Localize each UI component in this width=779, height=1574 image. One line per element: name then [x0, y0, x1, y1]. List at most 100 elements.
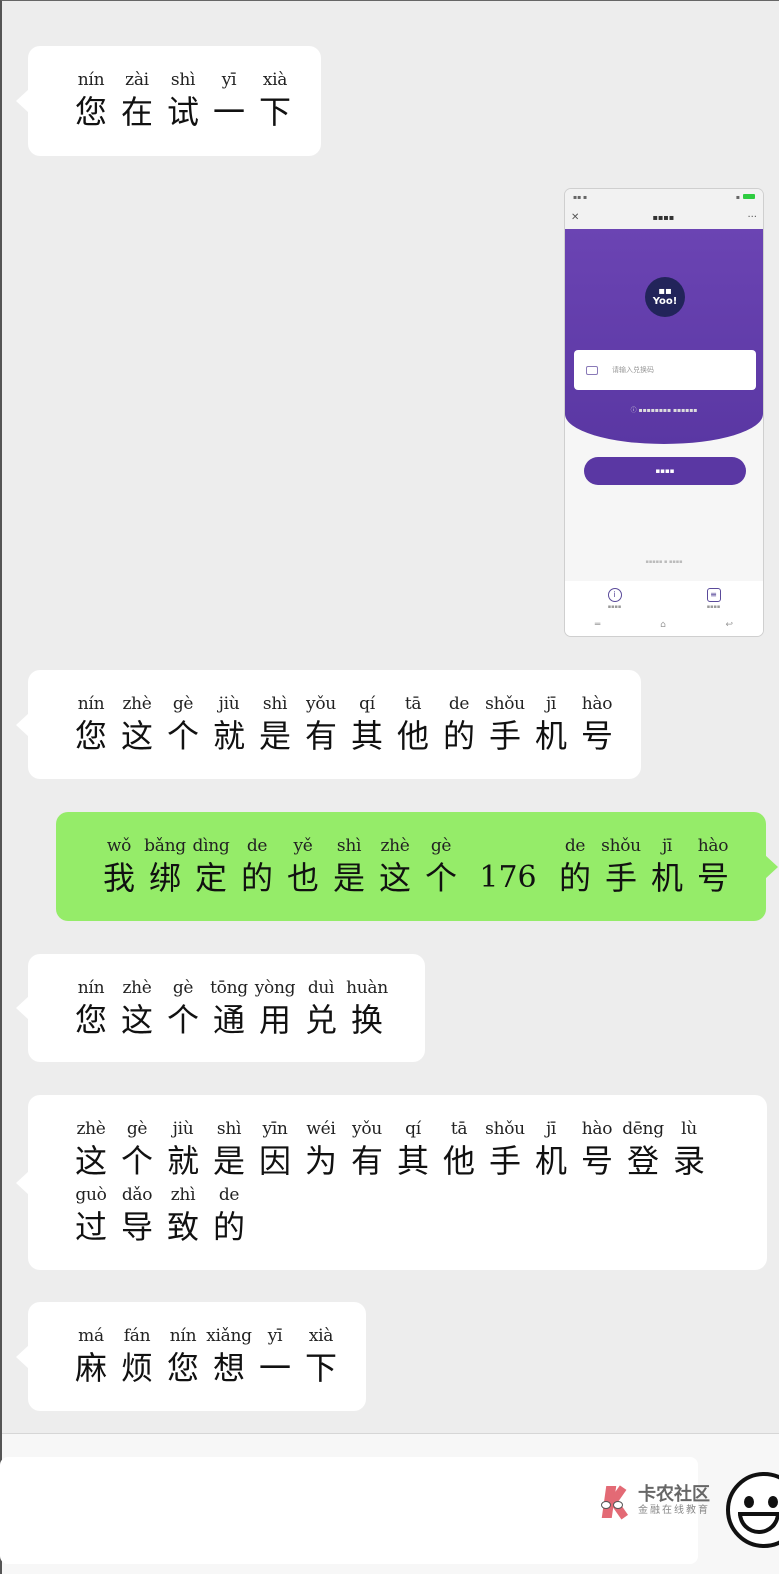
ruby-char: nín 您	[160, 1324, 206, 1388]
pinyin: má	[78, 1326, 104, 1346]
ruby-char: wéi 为	[298, 1117, 344, 1181]
thumb-redeem-button: ▪▪▪▪	[584, 457, 746, 485]
pinyin: jī	[545, 694, 557, 714]
thumb-info-icon: i	[607, 587, 622, 602]
thumb-input-placeholder: 请输入兑换码	[612, 366, 654, 374]
ruby-char: nín 您	[68, 68, 114, 132]
pinyin: hào	[581, 1119, 613, 1139]
thumb-tab-info: i ▪▪▪▪	[607, 587, 622, 610]
hanzi: 致	[166, 1208, 199, 1246]
pinyin: shǒu	[601, 836, 641, 856]
hanzi: 个	[120, 1142, 153, 1180]
pinyin: yī	[267, 1326, 283, 1346]
hanzi: 这	[378, 859, 411, 897]
pinyin: wǒ	[106, 836, 132, 856]
hanzi: 我	[102, 859, 135, 897]
ruby-char: yòng 用	[252, 976, 298, 1040]
ruby-char: yǒu 有	[298, 692, 344, 756]
pinyin: hào	[581, 694, 613, 714]
hanzi: 是	[212, 1142, 245, 1180]
ruby-char: gè 个	[160, 976, 206, 1040]
ruby-char: de 的	[234, 834, 280, 898]
pinyin: de	[246, 836, 268, 856]
pinyin: tā	[450, 1119, 468, 1139]
ruby-char: yǒu 有	[344, 1117, 390, 1181]
hanzi: 是	[258, 717, 291, 755]
ruby-line: má 麻 fán 烦 nín 您 xiǎng 想 yī 一 xià 下	[68, 1324, 346, 1388]
hanzi: 手	[488, 717, 521, 755]
hanzi: 换	[350, 1001, 383, 1039]
pinyin: jī	[661, 836, 673, 856]
hanzi: 登	[626, 1142, 659, 1180]
ruby-char: duì 兑	[298, 976, 344, 1040]
pinyin: nín	[77, 694, 105, 714]
smiley-icon[interactable]	[726, 1472, 779, 1548]
incoming-message-bubble[interactable]: nín 您 zài 在 shì 试 yī 一 xià 下	[16, 46, 321, 156]
ruby-char: shǒu 手	[598, 834, 644, 898]
outgoing-image-message[interactable]: ▪▪ ▪ ▪ ✕ ▪▪▪▪ ··· ▪▪ Yoo! 请输入兑换码 ⓘ ▪▪▪▪▪…	[564, 188, 764, 637]
pinyin: huàn	[346, 978, 388, 998]
hanzi: 其	[396, 1142, 429, 1180]
hanzi: 是	[332, 859, 365, 897]
thumb-logo-text: Yoo!	[652, 296, 678, 307]
chat-input-bar: 卡农社区 金融在线教育	[0, 1433, 779, 1574]
ruby-char: qí 其	[344, 692, 390, 756]
hanzi: 176	[479, 860, 537, 895]
pinyin: hào	[697, 836, 729, 856]
incoming-message-bubble[interactable]: nín 您 zhè 这 gè 个 tōng 通 yòng 用 duì 兑 huàn 换	[16, 954, 425, 1062]
ruby-char: nín 您	[68, 692, 114, 756]
hanzi: 机	[534, 717, 567, 755]
chat-message-list[interactable]: nín 您 zài 在 shì 试 yī 一 xià 下 ▪▪ ▪ ▪ ✕ ▪▪▪▪ ··· ▪▪…	[2, 1, 779, 1433]
message-input[interactable]	[0, 1457, 698, 1564]
incoming-message-bubble[interactable]: nín 您 zhè 这 gè 个 jiù 就 shì 是 yǒu 有 qí 其 tā 他 de 的 shǒu 手 jī 机…	[16, 670, 641, 779]
ruby-char: qí 其	[390, 1117, 436, 1181]
ruby-char: dǎo 导	[114, 1183, 160, 1247]
hanzi: 绑	[148, 859, 181, 897]
thumb-nav-bar: ✕ ▪▪▪▪ ···	[565, 205, 763, 229]
pinyin: duì	[307, 978, 335, 998]
ruby-char: gè 个	[418, 834, 464, 898]
pinyin: dìng	[192, 836, 230, 856]
ruby-char: jiù 就	[206, 692, 252, 756]
watermark-subtitle: 金融在线教育	[638, 1505, 710, 1516]
ruby-char: nín 您	[68, 976, 114, 1040]
ruby-char: bǎng 绑	[142, 834, 188, 898]
hanzi: 因	[258, 1142, 291, 1180]
ruby-char: shì 是	[206, 1117, 252, 1181]
ruby-char: shì 是	[252, 692, 298, 756]
ruby-char: dēng 登	[620, 1117, 666, 1181]
pinyin: shǒu	[485, 1119, 525, 1139]
pinyin: nín	[169, 1326, 197, 1346]
thumb-tab-records: ≡ ▪▪▪▪	[706, 587, 721, 610]
hanzi: 有	[304, 717, 337, 755]
thumb-battery-icon: ▪	[736, 193, 755, 201]
pinyin: gè	[126, 1119, 148, 1139]
hanzi: 号	[696, 859, 729, 897]
hanzi: 号	[580, 1142, 613, 1180]
hanzi: 兑	[304, 1001, 337, 1039]
hanzi: 手	[604, 859, 637, 897]
ruby-char: gè 个	[114, 1117, 160, 1181]
incoming-message-bubble[interactable]: má 麻 fán 烦 nín 您 xiǎng 想 yī 一 xià 下	[16, 1302, 366, 1411]
hanzi: 一	[212, 93, 245, 131]
thumb-title: ▪▪▪▪	[652, 212, 675, 222]
thumb-close-icon: ✕	[571, 211, 580, 223]
ruby-char: tōng 通	[206, 976, 252, 1040]
pinyin: zài	[125, 70, 149, 90]
hanzi: 的	[212, 1208, 245, 1246]
ruby-char: gè 个	[160, 692, 206, 756]
pinyin: shì	[262, 694, 288, 714]
pinyin: qí	[405, 1119, 421, 1139]
thumb-hint: ⓘ ▪▪▪▪▪▪▪▪ ▪▪▪▪▪▪	[630, 407, 698, 414]
ruby-char: shǒu 手	[482, 1117, 528, 1181]
thumb-system-nav: ═ ⌂ ↩	[565, 614, 763, 636]
pinyin: shì	[336, 836, 362, 856]
outgoing-message-bubble[interactable]: wǒ 我 bǎng 绑 dìng 定 de 的 yě 也 shì 是 zhè 这 gè 个 176 de 的 shǒu…	[56, 812, 778, 921]
incoming-message-bubble[interactable]: zhè 这 gè 个 jiù 就 shì 是 yīn 因 wéi 为 yǒu 有 qí 其 tā 他 shǒu 手 jī…	[16, 1095, 767, 1270]
ruby-char: dìng 定	[188, 834, 234, 898]
pinyin: gè	[430, 836, 452, 856]
ruby-char: má 麻	[68, 1324, 114, 1388]
thumb-signal-icon: ▪▪ ▪	[573, 193, 588, 201]
pinyin: gè	[172, 694, 194, 714]
pinyin: de	[564, 836, 586, 856]
